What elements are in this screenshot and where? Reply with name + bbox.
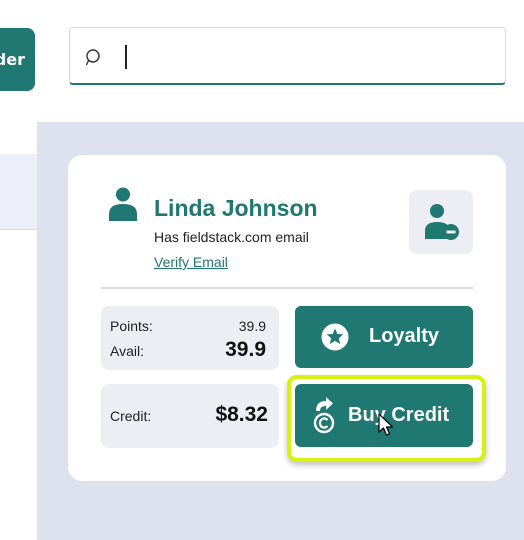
person-icon bbox=[109, 187, 137, 221]
divider bbox=[101, 287, 473, 289]
avail-label: Avail: bbox=[110, 343, 144, 359]
points-value: 39.9 bbox=[238, 318, 266, 334]
star-badge-icon bbox=[321, 323, 349, 351]
email-note: Has fieldstack.com email bbox=[154, 229, 309, 245]
customer-name: Linda Johnson bbox=[154, 195, 318, 221]
buy-credit-label: Buy Credit bbox=[348, 404, 450, 426]
mouse-pointer-icon bbox=[378, 413, 394, 436]
header-action-button-label: der bbox=[0, 50, 25, 69]
credit-share-icon bbox=[313, 397, 335, 434]
remove-user-button[interactable] bbox=[409, 190, 473, 254]
avail-value: 39.9 bbox=[225, 338, 266, 361]
credit-panel: Credit: $8.32 bbox=[101, 384, 279, 448]
remove-user-icon bbox=[425, 204, 459, 240]
loyalty-button[interactable]: Loyalty bbox=[295, 306, 473, 368]
top-bar: der bbox=[0, 0, 524, 122]
credit-label: Credit: bbox=[110, 408, 152, 424]
loyalty-label: Loyalty bbox=[369, 325, 440, 347]
search-box[interactable] bbox=[69, 27, 506, 85]
points-panel: Points: 39.9 Avail: 39.9 bbox=[101, 306, 279, 370]
left-panel-row[interactable] bbox=[0, 154, 37, 230]
header-action-button[interactable]: der bbox=[0, 28, 35, 91]
text-caret bbox=[125, 45, 127, 69]
credit-value: $8.32 bbox=[215, 403, 268, 426]
verify-email-link[interactable]: Verify Email bbox=[154, 254, 228, 270]
search-icon bbox=[86, 49, 100, 66]
points-label: Points: bbox=[110, 318, 153, 334]
search-input[interactable] bbox=[122, 38, 492, 74]
